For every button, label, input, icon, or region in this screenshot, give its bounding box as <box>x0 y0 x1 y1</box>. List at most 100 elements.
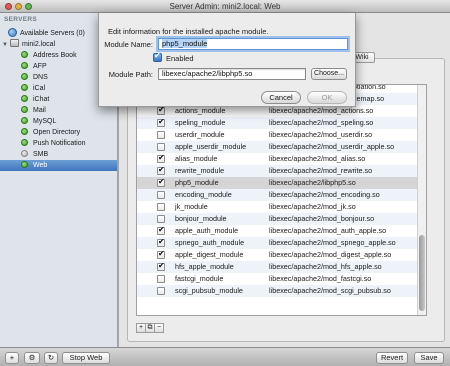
table-row[interactable]: apple_digest_module libexec/apache2/mod_d… <box>137 248 419 261</box>
module-path-cell: libexec/apache2/mod_bonjour.so <box>269 214 375 223</box>
vertical-scrollbar[interactable] <box>417 85 426 315</box>
module-enabled-checkbox[interactable] <box>157 236 165 248</box>
refresh-icon: ↻ <box>47 353 55 362</box>
module-name-value: php5_module <box>162 39 208 48</box>
module-path-cell: libexec/apache2/mod_encoding.so <box>269 190 380 199</box>
sidebar-item-smb[interactable]: SMB <box>0 149 117 160</box>
scrollbar-thumb[interactable] <box>419 235 425 311</box>
module-path-cell: libexec/apache2/mod_scgi_pubsub.so <box>269 286 391 295</box>
ok-button[interactable]: OK <box>307 91 347 104</box>
sidebar-item-label: AFP <box>33 63 47 70</box>
module-enabled-checkbox[interactable] <box>157 116 165 128</box>
modules-table[interactable]: libexec/apache2/mod_negotiation.solibexe… <box>136 84 427 316</box>
module-path-cell: libexec/apache2/mod_fastcgi.so <box>269 274 372 283</box>
module-path-cell: libexec/apache2/mod_hfs_apple.so <box>269 262 382 271</box>
module-name-cell: apple_digest_module <box>175 250 244 259</box>
module-enabled-checkbox[interactable] <box>157 176 165 188</box>
module-enabled-checkbox[interactable] <box>157 215 165 223</box>
status-dot-icon <box>21 150 28 157</box>
table-actions: + ⧉ − <box>136 323 164 333</box>
module-name-cell: rewrite_module <box>175 166 225 175</box>
module-path-cell: libexec/apache2/mod_auth_apple.so <box>269 226 387 235</box>
sidebar-item-label: Available Servers (0) <box>20 30 85 37</box>
module-enabled-checkbox[interactable] <box>157 104 165 116</box>
sidebar-item-label: Address Book <box>33 52 77 59</box>
module-enabled-checkbox[interactable] <box>157 248 165 260</box>
window-title: Server Admin: mini2.local: Web <box>169 2 281 11</box>
module-path-cell: libexec/apache2/mod_spnego_apple.so <box>269 238 396 247</box>
module-enabled-checkbox[interactable] <box>157 131 165 139</box>
module-enabled-checkbox[interactable] <box>157 152 165 164</box>
table-row[interactable]: apple_userdir_module libexec/apache2/mod_… <box>137 141 419 153</box>
revert-button[interactable]: Revert <box>376 352 408 364</box>
stop-web-label: Stop Web <box>69 353 103 362</box>
module-name-cell: scgi_pubsub_module <box>175 286 243 295</box>
title-bar: Server Admin: mini2.local: Web <box>0 0 450 13</box>
table-row[interactable]: userdir_module libexec/apache2/mod_userdi… <box>137 129 419 141</box>
action-menu-button[interactable]: ⚙ <box>24 352 40 364</box>
table-row[interactable]: scgi_pubsub_module libexec/apache2/mod_sc… <box>137 285 419 297</box>
sidebar-item-open-directory[interactable]: Open Directory <box>0 127 117 138</box>
module-name-label: Module Name: <box>104 40 153 49</box>
enabled-checkbox[interactable] <box>153 51 162 62</box>
add-server-button[interactable]: + <box>5 352 19 364</box>
sidebar-item-label: mini2.local <box>22 41 56 48</box>
table-row[interactable]: spnego_auth_module libexec/apache2/mod_sp… <box>137 236 419 249</box>
remove-module-button[interactable]: − <box>154 323 164 333</box>
module-enabled-checkbox[interactable] <box>157 203 165 211</box>
table-row[interactable]: speling_module libexec/apache2/mod_spelin… <box>137 116 419 129</box>
sidebar-item-web[interactable]: Web <box>0 160 117 171</box>
server-icon <box>10 39 19 47</box>
module-enabled-checkbox[interactable] <box>157 164 165 176</box>
module-enabled-checkbox[interactable] <box>157 143 165 151</box>
module-enabled-checkbox[interactable] <box>157 287 165 295</box>
stop-web-button[interactable]: Stop Web <box>62 352 110 364</box>
module-name-cell: alias_module <box>175 154 218 163</box>
choose-button[interactable]: Choose... <box>311 68 347 80</box>
cancel-button[interactable]: Cancel <box>261 91 301 104</box>
save-button[interactable]: Save <box>414 352 444 364</box>
module-name-cell: hfs_apple_module <box>175 262 234 271</box>
plus-icon: + <box>138 324 144 331</box>
sidebar-item-label: Push Notification <box>33 140 86 147</box>
module-enabled-checkbox[interactable] <box>157 224 165 236</box>
module-name-cell: bonjour_module <box>175 214 227 223</box>
refresh-button[interactable]: ↻ <box>44 352 58 364</box>
sidebar-item-push-notification[interactable]: Push Notification <box>0 138 117 149</box>
gear-icon: ⚙ <box>28 353 36 362</box>
module-enabled-checkbox[interactable] <box>157 260 165 272</box>
module-path-cell: libexec/apache2/mod_speling.so <box>269 118 374 127</box>
table-row[interactable]: encoding_module libexec/apache2/mod_encod… <box>137 189 419 201</box>
sidebar-item-label: Web <box>33 162 48 169</box>
sidebar-item-label: Mail <box>33 107 46 114</box>
status-dot-icon <box>21 62 28 69</box>
module-enabled-checkbox[interactable] <box>157 275 165 283</box>
module-enabled-checkbox[interactable] <box>157 191 165 199</box>
status-dot-icon <box>21 84 28 91</box>
table-row[interactable]: php5_module libexec/apache2/libphp5.so <box>137 176 419 189</box>
sidebar-header: SERVERS <box>4 16 38 23</box>
dialog-title: Edit information for the installed apach… <box>108 27 269 36</box>
sidebar-item-label: SMB <box>33 151 49 158</box>
module-name-cell: apple_auth_module <box>175 226 239 235</box>
table-row[interactable]: hfs_apple_module libexec/apache2/mod_hfs_… <box>137 260 419 273</box>
table-row[interactable]: fastcgi_module libexec/apache2/mod_fastcg… <box>137 273 419 285</box>
sidebar-item-mysql[interactable]: MySQL <box>0 116 117 127</box>
module-path-label: Module Path: <box>108 70 153 79</box>
module-name-cell: encoding_module <box>175 190 232 199</box>
module-name-field[interactable]: php5_module <box>158 38 348 50</box>
table-row[interactable]: jk_module libexec/apache2/mod_jk.so <box>137 201 419 213</box>
table-row[interactable]: bonjour_module libexec/apache2/mod_bonjou… <box>137 213 419 225</box>
table-row[interactable]: alias_module libexec/apache2/mod_alias.so <box>137 152 419 165</box>
table-row[interactable]: rewrite_module libexec/apache2/mod_rewrit… <box>137 164 419 177</box>
enabled-label: Enabled <box>166 54 194 63</box>
bottom-toolbar: + ⚙ ↻ Stop Web Revert Save <box>0 347 450 366</box>
sidebar-item-label: iChat <box>33 96 50 103</box>
table-row[interactable]: apple_auth_module libexec/apache2/mod_aut… <box>137 224 419 237</box>
module-name-cell: userdir_module <box>175 130 225 139</box>
module-path-cell: libexec/apache2/mod_rewrite.so <box>269 166 373 175</box>
module-name-cell: php5_module <box>175 178 219 187</box>
sidebar-item-label: Open Directory <box>33 129 81 136</box>
duplicate-icon: ⧉ <box>147 324 153 331</box>
module-path-field[interactable]: libexec/apache2/libphp5.so <box>158 68 306 80</box>
